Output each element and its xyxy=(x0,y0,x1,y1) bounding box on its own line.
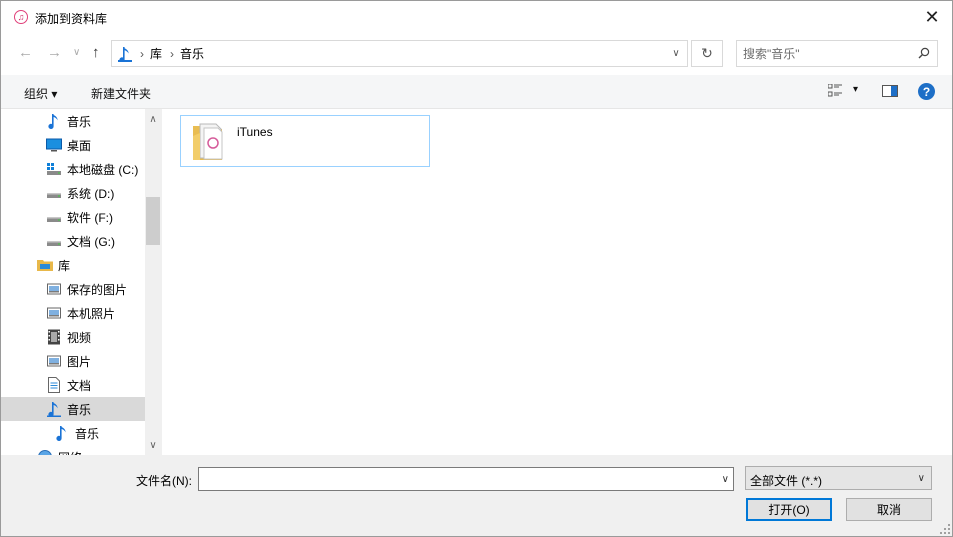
organize-menu[interactable]: 组织 ▾ xyxy=(24,85,57,102)
sidebar-item-drive-c[interactable]: 本地磁盘 (C:) xyxy=(1,157,145,181)
search-input[interactable] xyxy=(743,45,903,62)
search-icon[interactable] xyxy=(918,47,930,59)
scroll-down-icon[interactable]: ∨ xyxy=(145,437,161,453)
breadcrumb-music[interactable]: 音乐 xyxy=(180,45,204,62)
sidebar-item-label: 本机照片 xyxy=(67,306,116,321)
file-list: iTunes xyxy=(162,109,952,455)
sidebar-item-label: 音乐 xyxy=(67,402,92,417)
filetype-value: 全部文件 (*.*) xyxy=(750,474,823,488)
sidebar-item-music[interactable]: 音乐 xyxy=(1,109,145,133)
sidebar-item-label: 桌面 xyxy=(67,138,92,153)
search-box[interactable] xyxy=(736,40,938,67)
sidebar-item-desktop[interactable]: 桌面 xyxy=(1,133,145,157)
pictures-icon xyxy=(46,305,62,321)
drive-icon xyxy=(46,209,62,225)
new-folder-button[interactable]: 新建文件夹 xyxy=(91,85,151,102)
open-button[interactable]: 打开(O) xyxy=(746,498,832,521)
sidebar-item-network[interactable]: 网络 xyxy=(1,445,145,455)
sidebar-item-label: 本地磁盘 (C:) xyxy=(67,162,139,177)
bottom-panel: 文件名(N): ∨ 全部文件 (*.*) ∨ 打开(O) 取消 xyxy=(1,455,952,536)
forward-icon[interactable]: → xyxy=(47,45,62,60)
resize-grip-icon[interactable] xyxy=(940,524,950,534)
scroll-up-icon[interactable]: ∧ xyxy=(145,111,161,127)
sidebar-item-videos[interactable]: 视频 xyxy=(1,325,145,349)
scrollbar-thumb[interactable] xyxy=(146,197,160,245)
breadcrumb-separator: › xyxy=(140,46,144,61)
music-note-icon xyxy=(54,425,70,441)
pictures-icon xyxy=(46,353,62,369)
music-note-icon xyxy=(46,113,62,129)
folder-name: iTunes xyxy=(237,125,273,139)
sidebar-item-pictures[interactable]: 图片 xyxy=(1,349,145,373)
back-icon[interactable]: ← xyxy=(18,45,33,60)
sidebar-item-drive-f[interactable]: 软件 (F:) xyxy=(1,205,145,229)
breadcrumb-separator: › xyxy=(170,46,175,61)
sidebar-item-label: 音乐 xyxy=(67,114,92,129)
preview-pane-icon[interactable] xyxy=(882,85,898,97)
breadcrumb-library[interactable]: 库 xyxy=(150,45,162,62)
desktop-icon xyxy=(46,137,62,153)
window-title: 添加到资料库 xyxy=(35,12,108,26)
library-icon xyxy=(37,257,53,273)
video-icon xyxy=(46,329,62,345)
sidebar-item-documents[interactable]: 文档 xyxy=(1,373,145,397)
sidebar-item-label: 视频 xyxy=(67,330,92,345)
change-view-icon[interactable] xyxy=(828,84,842,98)
sidebar-item-music-sub[interactable]: 音乐 xyxy=(1,421,145,445)
sidebar-item-label: 文档 (G:) xyxy=(67,234,115,249)
folder-icon xyxy=(193,123,223,160)
sidebar-item-label: 文档 xyxy=(67,378,92,393)
sidebar-item-saved-pictures[interactable]: 保存的图片 xyxy=(1,277,145,301)
sidebar-item-label: 库 xyxy=(58,258,71,273)
sidebar-item-label: 软件 (F:) xyxy=(67,210,113,225)
add-to-library-dialog: ♫ 添加到资料库 ✕ ← → ∨ ↑ › 库 › 音乐 ∨ ↻ 组织 ▾ 新建文… xyxy=(0,0,953,537)
music-library-icon xyxy=(118,46,132,62)
title-bar: ♫ 添加到资料库 ✕ xyxy=(1,1,952,33)
drive-icon xyxy=(46,233,62,249)
pictures-icon xyxy=(46,281,62,297)
folder-item-itunes[interactable]: iTunes xyxy=(180,115,430,167)
filename-dropdown-icon[interactable]: ∨ xyxy=(722,474,729,485)
navigation-pane: 音乐 桌面 本地磁盘 (C:) 系统 (D:) 软件 (F:) 文档 (G:) … xyxy=(1,109,145,455)
sidebar-item-label: 图片 xyxy=(67,354,92,369)
sidebar-item-drive-g[interactable]: 文档 (G:) xyxy=(1,229,145,253)
document-icon xyxy=(46,377,62,393)
help-icon[interactable]: ? xyxy=(918,83,935,100)
recent-locations-icon[interactable]: ∨ xyxy=(73,46,80,60)
navigation-bar: ← → ∨ ↑ › 库 › 音乐 ∨ ↻ xyxy=(1,33,952,75)
system-drive-icon xyxy=(46,161,62,177)
cancel-button[interactable]: 取消 xyxy=(846,498,932,521)
drive-icon xyxy=(46,185,62,201)
filetype-dropdown-icon[interactable]: ∨ xyxy=(918,473,925,484)
close-button[interactable]: ✕ xyxy=(912,1,952,33)
filename-input[interactable] xyxy=(203,471,703,487)
view-options-dropdown[interactable]: ▾ xyxy=(853,84,858,95)
sidebar-item-camera-roll[interactable]: 本机照片 xyxy=(1,301,145,325)
itunes-app-icon: ♫ xyxy=(14,10,28,24)
filename-label: 文件名(N): xyxy=(136,474,192,488)
music-library-icon xyxy=(46,401,62,417)
sidebar-scrollbar[interactable]: ∧ ∨ xyxy=(145,109,161,455)
up-icon[interactable]: ↑ xyxy=(92,45,100,60)
address-dropdown-icon[interactable]: ∨ xyxy=(665,41,687,66)
sidebar-item-drive-d[interactable]: 系统 (D:) xyxy=(1,181,145,205)
sidebar-item-music-library[interactable]: 音乐 xyxy=(1,397,145,421)
refresh-button[interactable]: ↻ xyxy=(691,40,723,67)
command-toolbar: 组织 ▾ 新建文件夹 ▾ ? xyxy=(1,75,952,109)
filetype-select[interactable]: 全部文件 (*.*) ∨ xyxy=(745,466,932,490)
sidebar-item-label: 音乐 xyxy=(75,426,100,441)
sidebar-item-label: 系统 (D:) xyxy=(67,186,115,201)
sidebar-item-label: 保存的图片 xyxy=(67,282,128,297)
filename-combobox[interactable]: ∨ xyxy=(198,467,734,491)
sidebar-item-libraries[interactable]: 库 xyxy=(1,253,145,277)
address-bar[interactable]: › 库 › 音乐 ∨ xyxy=(111,40,688,67)
